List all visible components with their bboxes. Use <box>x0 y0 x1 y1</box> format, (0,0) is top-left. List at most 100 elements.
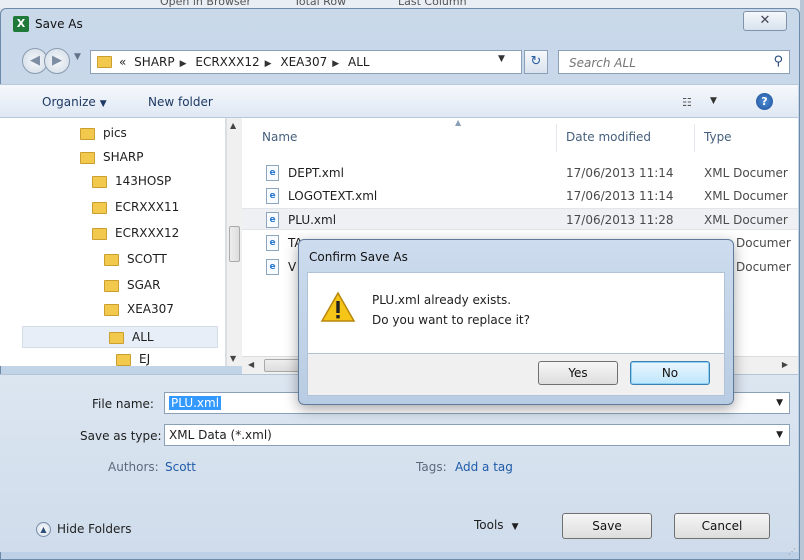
column-header-date[interactable]: Date modified <box>566 130 651 144</box>
chevron-down-icon[interactable]: ▼ <box>776 430 783 440</box>
xml-file-icon: e <box>266 212 279 228</box>
ribbon-item-total-row: Total Row <box>294 0 347 8</box>
recent-locations-dropdown[interactable]: ▼ <box>74 52 81 62</box>
new-folder-button[interactable]: New folder <box>148 95 213 109</box>
confirm-save-as-dialog: Confirm Save As PLU.xml already exists. … <box>298 239 734 405</box>
column-divider[interactable] <box>556 124 557 152</box>
save-button[interactable]: Save <box>562 513 652 539</box>
address-dropdown-icon[interactable]: ▼ <box>498 54 505 64</box>
authors-value[interactable]: Scott <box>165 460 196 474</box>
tools-button[interactable]: Tools ▼ <box>474 518 518 532</box>
chevron-right-icon[interactable]: ▶ <box>180 59 187 69</box>
yes-button[interactable]: Yes <box>538 361 618 385</box>
file-date: 17/06/2013 11:14 <box>566 166 674 180</box>
background-ribbon: Open in Browser Total Row Last Column <box>0 0 804 8</box>
file-type: XML Documer <box>704 189 788 203</box>
title-bar: X Save As ✕ <box>1 9 799 39</box>
file-type: XML Documer <box>704 213 788 227</box>
tree-item-xea307[interactable]: XEA307 <box>104 302 174 324</box>
search-icon[interactable]: ⚲ <box>773 54 783 69</box>
xml-file-icon: e <box>266 235 279 251</box>
navigation-tree: pics SHARP 143HOSP ECRXXX11 ECRXXX12 SCO… <box>0 118 226 366</box>
forward-arrow-icon: ▶ <box>52 53 62 68</box>
scroll-up-icon[interactable]: ▲ <box>230 121 236 130</box>
folder-icon <box>109 331 124 344</box>
search-box[interactable]: ⚲ <box>558 50 790 74</box>
file-name-input-text[interactable]: PLU.xml <box>169 396 222 410</box>
no-button[interactable]: No <box>630 361 710 385</box>
add-tag-link[interactable]: Add a tag <box>455 460 513 474</box>
file-name: PLU.xml <box>288 213 337 227</box>
breadcrumb-item-xea307[interactable]: XEA307 <box>280 55 327 69</box>
file-row-dept[interactable]: e DEPT.xml 17/06/2013 11:14 XML Documer <box>242 162 798 184</box>
save-as-type-select[interactable]: XML Data (*.xml) ▼ <box>164 424 790 446</box>
save-as-type-value: XML Data (*.xml) <box>169 428 272 442</box>
tree-item-ej[interactable]: EJ <box>116 352 150 366</box>
breadcrumb-item-sharp[interactable]: SHARP <box>134 55 174 69</box>
column-divider[interactable] <box>694 124 695 152</box>
scrollbar-thumb[interactable] <box>229 226 240 262</box>
tree-item-all[interactable]: ALL <box>22 326 218 348</box>
ribbon-item-open-in-browser: Open in Browser <box>160 0 251 8</box>
breadcrumb-item-ecrxxx12[interactable]: ECRXXX12 <box>195 55 259 69</box>
confirm-dialog-footer: Yes No <box>307 354 725 396</box>
file-name: LOGOTEXT.xml <box>288 189 378 203</box>
tree-item-ecrxxx12[interactable]: ECRXXX12 <box>92 226 179 248</box>
chevron-right-icon[interactable]: ▶ <box>332 59 339 69</box>
tree-item-143hosp[interactable]: 143HOSP <box>92 174 171 196</box>
file-name: DEPT.xml <box>288 166 344 180</box>
tree-item-scott[interactable]: SCOTT <box>104 252 167 274</box>
close-button[interactable]: ✕ <box>743 11 787 31</box>
column-header-name[interactable]: Name <box>262 130 297 144</box>
tree-item-sgar[interactable]: SGAR <box>104 278 160 300</box>
tree-item-sharp[interactable]: SHARP <box>80 150 143 172</box>
tree-item-label: ALL <box>132 330 154 344</box>
address-bar[interactable]: « SHARP ▶ ECRXXX12 ▶ XEA307 ▶ ALL <box>90 50 522 74</box>
breadcrumb-item-all[interactable]: ALL <box>348 55 370 69</box>
file-row-plu[interactable]: e PLU.xml 17/06/2013 11:28 XML Documer <box>242 208 798 230</box>
tree-item-label: SCOTT <box>127 252 167 266</box>
scroll-right-icon[interactable]: ▶ <box>782 360 788 369</box>
tree-item-label: 143HOSP <box>115 174 172 188</box>
collapse-up-icon: ▲ <box>36 522 51 537</box>
refresh-button[interactable]: ↻ <box>524 50 548 74</box>
column-header-type[interactable]: Type <box>704 130 732 144</box>
tree-item-pics[interactable]: pics <box>80 126 127 148</box>
help-icon[interactable]: ? <box>756 93 773 110</box>
organize-button[interactable]: Organize ▼ <box>42 95 107 109</box>
hide-folders-label: Hide Folders <box>57 522 132 536</box>
background-window-edge <box>800 0 804 560</box>
folder-icon <box>80 127 95 140</box>
tree-item-label: ECRXXX11 <box>115 200 180 214</box>
chevron-right-icon[interactable]: ▶ <box>265 59 272 69</box>
file-type: Documer <box>736 236 791 250</box>
breadcrumb: « SHARP ▶ ECRXXX12 ▶ XEA307 ▶ ALL <box>119 55 370 69</box>
file-date: 17/06/2013 11:14 <box>566 189 674 203</box>
hide-folders-button[interactable]: ▲ Hide Folders <box>36 522 132 537</box>
tree-scrollbar[interactable]: ▲ ▼ <box>226 118 242 366</box>
scroll-left-icon[interactable]: ◀ <box>248 360 254 369</box>
folder-icon <box>92 175 107 188</box>
forward-button[interactable]: ▶ <box>44 48 70 74</box>
cancel-button[interactable]: Cancel <box>674 513 770 539</box>
refresh-icon: ↻ <box>530 54 542 69</box>
resize-grip-icon[interactable]: ⋰ <box>788 547 796 556</box>
folder-icon <box>104 279 119 292</box>
file-row-logotext[interactable]: e LOGOTEXT.xml 17/06/2013 11:14 XML Docu… <box>242 185 798 207</box>
view-dropdown-icon[interactable]: ▼ <box>710 96 717 106</box>
scroll-down-icon[interactable]: ▼ <box>230 354 236 363</box>
tree-item-label: XEA307 <box>127 302 174 316</box>
warning-icon <box>320 291 356 322</box>
breadcrumb-overflow[interactable]: « <box>119 55 126 69</box>
ribbon-item-last-column: Last Column <box>398 0 467 8</box>
search-input[interactable] <box>567 55 757 71</box>
tree-item-ecrxxx11[interactable]: ECRXXX11 <box>92 200 179 222</box>
file-type: XML Documer <box>704 166 788 180</box>
tree-item-label: SHARP <box>103 150 144 164</box>
file-name-label: File name: <box>92 397 154 411</box>
view-options-icon[interactable]: ☷ <box>682 96 692 109</box>
chevron-down-icon[interactable]: ▼ <box>776 398 783 408</box>
folder-icon <box>104 303 119 316</box>
folder-icon <box>80 151 95 164</box>
file-type: Documer <box>736 260 791 274</box>
